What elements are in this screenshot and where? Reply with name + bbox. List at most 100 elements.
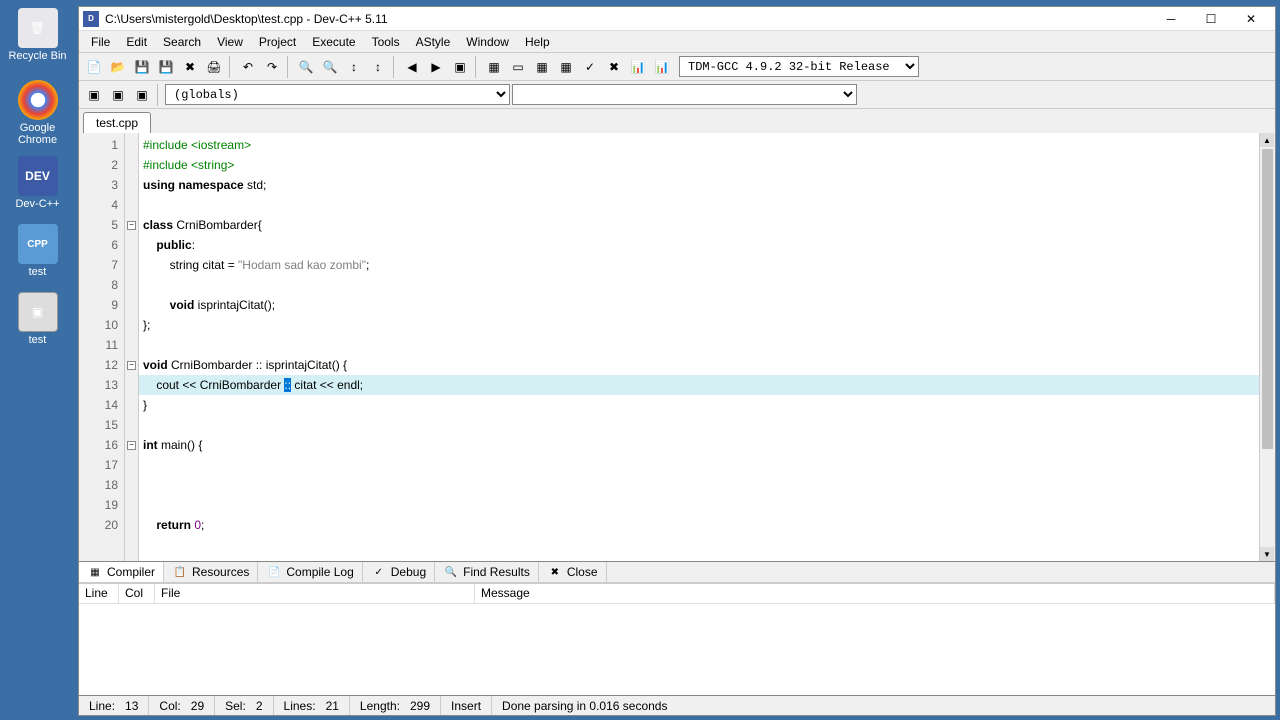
- btab-resources[interactable]: 📋Resources: [164, 562, 258, 582]
- col-line[interactable]: Line: [79, 584, 119, 603]
- minimize-button[interactable]: ─: [1151, 8, 1191, 30]
- btab-label: Debug: [391, 565, 426, 579]
- goto2-button[interactable]: ↕: [367, 56, 389, 78]
- btab-close[interactable]: ✖Close: [539, 562, 607, 582]
- undo-button[interactable]: ↶: [237, 56, 259, 78]
- code-line[interactable]: return 0;: [143, 515, 1255, 535]
- desktop-icon-devcpp[interactable]: DEV Dev-C++: [0, 156, 75, 210]
- menu-execute[interactable]: Execute: [304, 33, 363, 51]
- code-line[interactable]: using namespace std;: [143, 175, 1255, 195]
- find-button[interactable]: 🔍: [295, 56, 317, 78]
- scroll-up-arrow[interactable]: ▲: [1260, 133, 1274, 147]
- desktop-icon-recycle-bin[interactable]: 🗑 Recycle Bin: [0, 8, 75, 62]
- member-dropdown[interactable]: [512, 84, 857, 105]
- scroll-down-arrow[interactable]: ▼: [1260, 547, 1274, 561]
- close-button[interactable]: ✕: [1231, 8, 1271, 30]
- menubar: File Edit Search View Project Execute To…: [79, 31, 1275, 53]
- bottom-panel-tabs: ▦Compiler 📋Resources 📄Compile Log ✓Debug…: [79, 561, 1275, 583]
- btab-find-results[interactable]: 🔍Find Results: [435, 562, 539, 582]
- btab-compiler[interactable]: ▦Compiler: [79, 562, 164, 582]
- btab-label: Close: [567, 565, 598, 579]
- code-line[interactable]: [143, 195, 1255, 215]
- new-file-button[interactable]: 📄: [83, 56, 105, 78]
- goto-button[interactable]: ↕: [343, 56, 365, 78]
- forward-button[interactable]: ▶: [425, 56, 447, 78]
- toolbar-separator: [475, 56, 479, 78]
- profile-button[interactable]: 📊: [627, 56, 649, 78]
- scroll-thumb[interactable]: [1262, 149, 1273, 449]
- replace-button[interactable]: 🔍: [319, 56, 341, 78]
- code-area[interactable]: #include <iostream>#include <string>usin…: [139, 133, 1259, 561]
- code-line[interactable]: [143, 335, 1255, 355]
- code-line[interactable]: };: [143, 315, 1255, 335]
- run-button[interactable]: ▭: [507, 56, 529, 78]
- code-line[interactable]: [143, 415, 1255, 435]
- titlebar[interactable]: D C:\Users\mistergold\Desktop\test.cpp -…: [79, 7, 1275, 31]
- stop-button[interactable]: ✖: [603, 56, 625, 78]
- code-line[interactable]: class CrniBombarder{: [143, 215, 1255, 235]
- status-lines: Lines: 21: [274, 696, 350, 715]
- new-class-button[interactable]: ▣: [83, 84, 105, 106]
- open-button[interactable]: 📂: [107, 56, 129, 78]
- col-message[interactable]: Message: [475, 584, 1275, 603]
- code-line[interactable]: int main() {: [143, 435, 1255, 455]
- insert-button[interactable]: ▣: [107, 84, 129, 106]
- code-editor[interactable]: 1234567891011121314151617181920 − − − #inc…: [79, 133, 1275, 561]
- rebuild-button[interactable]: ▦: [555, 56, 577, 78]
- code-line[interactable]: void isprintajCitat();: [143, 295, 1255, 315]
- bookmark-button[interactable]: ▣: [449, 56, 471, 78]
- fold-toggle[interactable]: −: [127, 361, 136, 370]
- code-line[interactable]: [143, 455, 1255, 475]
- menu-edit[interactable]: Edit: [118, 33, 155, 51]
- save-button[interactable]: 💾: [131, 56, 153, 78]
- compiler-dropdown[interactable]: TDM-GCC 4.9.2 32-bit Release: [679, 56, 919, 77]
- fold-toggle[interactable]: −: [127, 221, 136, 230]
- col-col[interactable]: Col: [119, 584, 155, 603]
- tab-test-cpp[interactable]: test.cpp: [83, 112, 151, 133]
- fold-column: − − −: [125, 133, 139, 561]
- code-line[interactable]: [143, 495, 1255, 515]
- code-line[interactable]: public:: [143, 235, 1255, 255]
- redo-button[interactable]: ↷: [261, 56, 283, 78]
- vertical-scrollbar[interactable]: ▲ ▼: [1259, 133, 1275, 561]
- bookmark2-button[interactable]: ▣: [131, 84, 153, 106]
- desktop-icon-test-exe[interactable]: ▣ test: [0, 292, 75, 346]
- menu-astyle[interactable]: AStyle: [408, 33, 459, 51]
- menu-tools[interactable]: Tools: [364, 33, 408, 51]
- compile-button[interactable]: ▦: [483, 56, 505, 78]
- toolbar-scope: ▣ ▣ ▣ (globals): [79, 81, 1275, 109]
- compiler-body[interactable]: [79, 604, 1275, 695]
- desktop-icon-chrome[interactable]: Google Chrome: [0, 80, 75, 146]
- desktop: 🗑 Recycle Bin Google Chrome DEV Dev-C++ …: [0, 0, 75, 720]
- status-mode: Insert: [441, 696, 492, 715]
- menu-help[interactable]: Help: [517, 33, 558, 51]
- compile-run-button[interactable]: ▦: [531, 56, 553, 78]
- col-file[interactable]: File: [155, 584, 475, 603]
- code-line[interactable]: #include <iostream>: [143, 135, 1255, 155]
- exe-file-icon: ▣: [18, 292, 58, 332]
- back-button[interactable]: ◀: [401, 56, 423, 78]
- scope-dropdown[interactable]: (globals): [165, 84, 510, 105]
- menu-file[interactable]: File: [83, 33, 118, 51]
- code-line[interactable]: string citat = "Hodam sad kao zombi";: [143, 255, 1255, 275]
- delete-profile-button[interactable]: 📊: [651, 56, 673, 78]
- menu-window[interactable]: Window: [458, 33, 517, 51]
- btab-compile-log[interactable]: 📄Compile Log: [258, 562, 362, 582]
- menu-project[interactable]: Project: [251, 33, 304, 51]
- print-button[interactable]: 🖨: [203, 56, 225, 78]
- debug-button[interactable]: ✓: [579, 56, 601, 78]
- code-line[interactable]: }: [143, 395, 1255, 415]
- menu-search[interactable]: Search: [155, 33, 209, 51]
- maximize-button[interactable]: ☐: [1191, 8, 1231, 30]
- line-gutter: 1234567891011121314151617181920: [79, 133, 125, 561]
- code-line[interactable]: #include <string>: [143, 155, 1255, 175]
- btab-debug[interactable]: ✓Debug: [363, 562, 435, 582]
- code-line[interactable]: [143, 275, 1255, 295]
- fold-toggle[interactable]: −: [127, 441, 136, 450]
- menu-view[interactable]: View: [209, 33, 251, 51]
- code-line[interactable]: void CrniBombarder :: isprintajCitat() {: [143, 355, 1255, 375]
- save-all-button[interactable]: 💾: [155, 56, 177, 78]
- desktop-icon-test-cpp[interactable]: CPP test: [0, 224, 75, 278]
- code-line[interactable]: [143, 475, 1255, 495]
- close-file-button[interactable]: ✖: [179, 56, 201, 78]
